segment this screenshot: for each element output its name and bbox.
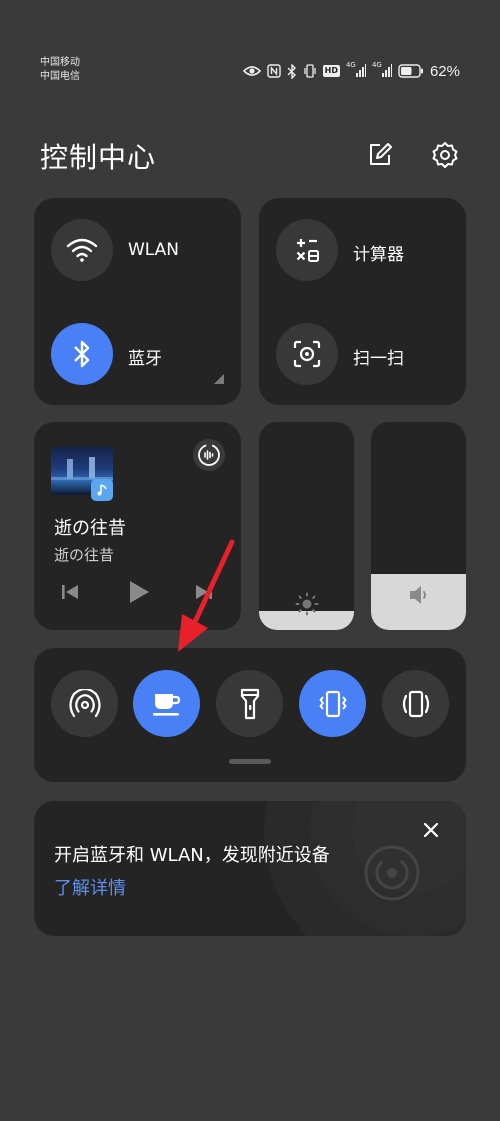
page-title: 控制中心 [40, 141, 157, 174]
hotspot-icon [68, 688, 101, 717]
nearby-share-icon [364, 845, 420, 901]
settings-button[interactable] [430, 140, 460, 170]
eye-comfort-icon [242, 65, 261, 77]
previous-icon [62, 585, 78, 599]
carrier-1: 中国移动 [40, 57, 80, 68]
flashlight-toggle[interactable] [216, 670, 283, 737]
connectivity-panel: WLAN 蓝牙 [34, 198, 241, 405]
learn-more-link[interactable]: 了解详情 [54, 874, 126, 900]
song-title: 逝の往昔 [54, 518, 126, 539]
auto-rotate-toggle[interactable] [382, 670, 449, 737]
brightness-slider[interactable] [259, 422, 354, 630]
signal-2-icon: 4G [372, 61, 392, 78]
carrier-2: 中国电信 [40, 71, 80, 82]
scan-icon [293, 340, 321, 368]
play-button[interactable] [126, 579, 152, 609]
shortcuts-panel: 计算器 扫一扫 [259, 198, 466, 405]
song-artist: 逝の往昔 [54, 546, 115, 564]
wifi-icon [66, 238, 98, 262]
bluetooth-icon [74, 340, 90, 368]
status-icons: HD 4G 4G 62% [242, 60, 460, 82]
battery-icon [398, 64, 424, 78]
scan-label: 扫一扫 [353, 349, 404, 369]
bluetooth-status-icon [287, 63, 297, 79]
drag-handle[interactable] [229, 759, 271, 764]
expand-corner-icon[interactable] [214, 374, 224, 384]
audio-cast-icon [198, 444, 220, 466]
play-icon [130, 581, 149, 603]
brightness-icon [295, 592, 318, 616]
annotation-arrow [178, 539, 235, 652]
bluetooth-label: 蓝牙 [128, 349, 162, 369]
hotspot-toggle[interactable] [51, 670, 118, 737]
nearby-devices-card [34, 801, 466, 936]
music-app-icon [91, 479, 113, 501]
carrier-info: 中国移动 中国电信 [40, 56, 80, 84]
calculator-icon [296, 239, 319, 262]
wlan-toggle[interactable] [51, 219, 113, 281]
hd-badge: HD [322, 65, 340, 77]
rotation-icon [402, 690, 429, 717]
scan-button[interactable] [276, 323, 338, 385]
calculator-label: 计算器 [353, 245, 404, 265]
flashlight-icon [240, 688, 259, 719]
battery-percent: 62% [429, 62, 460, 80]
edit-icon[interactable] [365, 140, 395, 170]
coffee-mode-toggle[interactable] [133, 670, 200, 737]
vibrate-icon [319, 690, 346, 717]
volume-icon [409, 586, 426, 604]
coffee-cup-icon [152, 693, 180, 716]
calculator-button[interactable] [276, 219, 338, 281]
audio-output-button[interactable] [193, 439, 225, 471]
bluetooth-toggle[interactable] [51, 323, 113, 385]
nfc-icon [266, 64, 281, 78]
volume-slider[interactable] [371, 422, 466, 630]
vibrate-status-icon [303, 64, 317, 78]
close-icon [423, 822, 439, 838]
previous-button[interactable] [60, 582, 80, 606]
wlan-label: WLAN [128, 240, 180, 260]
signal-1-icon: 4G [346, 61, 366, 78]
vibrate-toggle[interactable] [299, 670, 366, 737]
nearby-hint-text: 开启蓝牙和 WLAN，发现附近设备 [54, 845, 330, 866]
gear-icon [432, 142, 458, 168]
close-button[interactable] [420, 819, 442, 841]
